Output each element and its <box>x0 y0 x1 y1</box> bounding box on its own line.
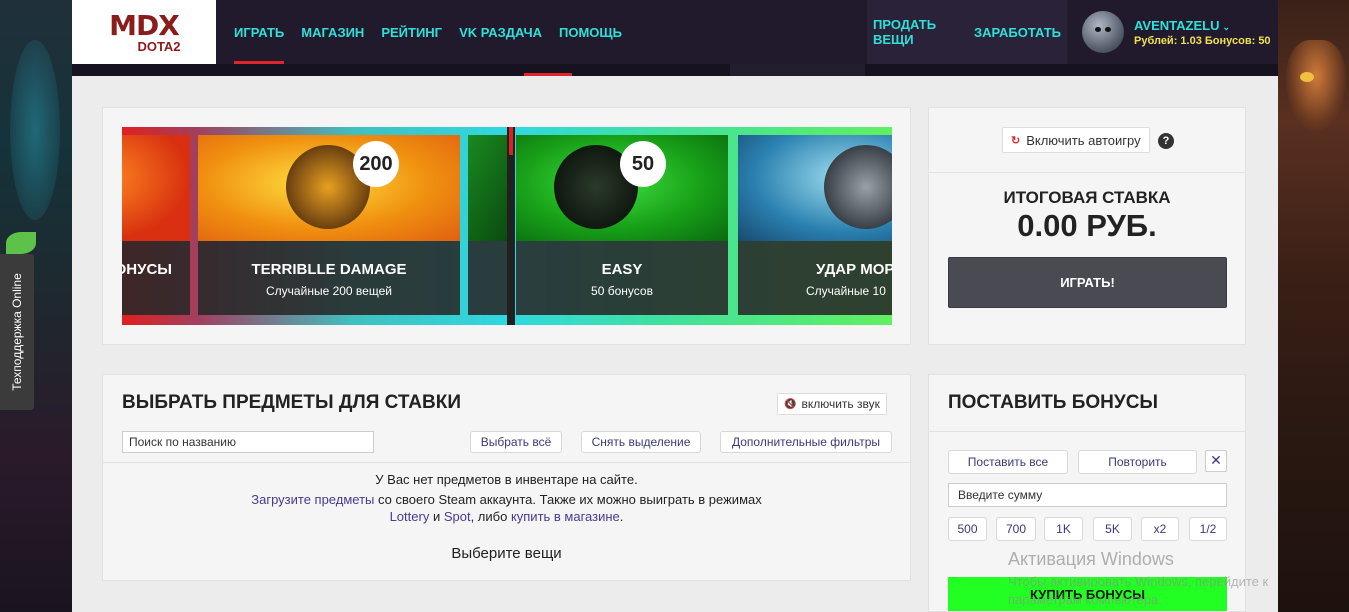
bonus-title: ПОСТАВИТЬ БОНУСЫ <box>948 392 1159 413</box>
amount-input[interactable]: Введите сумму <box>948 483 1227 507</box>
support-label: Техподдержка Online <box>10 273 24 391</box>
nav-rating[interactable]: РЕЙТИНГ <box>381 0 442 64</box>
logo-subtitle: DOTA2 <box>137 38 181 54</box>
more-filters-button[interactable]: Дополнительные фильтры <box>720 431 892 453</box>
play-button[interactable]: ИГРАТЬ! <box>948 257 1227 308</box>
support-tab[interactable]: Техподдержка Online <box>0 254 34 410</box>
nav-underbar <box>72 64 1278 76</box>
roulette-pointer <box>507 127 515 325</box>
items-panel: ВЫБРАТЬ ПРЕДМЕТЫ ДЛЯ СТАВКИ 🔇 включить з… <box>102 374 911 581</box>
help-icon[interactable]: ? <box>1158 133 1174 149</box>
autoplay-toggle[interactable]: ↻ Включить автоигру <box>1002 127 1150 153</box>
card-title: EASY <box>601 261 643 278</box>
roulette-card: УДАР МОРОЗА Случайные 10 <box>738 135 892 315</box>
user-balance: Рублей: 1.03 Бонусов: 50 <box>1134 34 1271 47</box>
select-all-button[interactable]: Выбрать всё <box>470 431 562 453</box>
items-title: ВЫБРАТЬ ПРЕДМЕТЫ ДЛЯ СТАВКИ <box>122 392 461 413</box>
windows-activation-line1: Чтобы активировать Windows, перейдите к <box>1008 574 1269 589</box>
card-desc: Случайные 200 вещей <box>266 284 392 298</box>
bet-summary-panel: ↻ Включить автоигру ? ИТОГОВАЯ СТАВКА 0.… <box>928 107 1246 345</box>
total-bet-value: 0.00 РУБ. <box>1017 208 1157 243</box>
card-desc: Случайные 10 <box>806 284 886 298</box>
quick-amount-1k[interactable]: 1K <box>1044 517 1083 541</box>
chevron-down-icon[interactable]: ⌄ <box>1222 22 1230 32</box>
spot-link[interactable]: Spot <box>444 509 471 524</box>
card-badge: 200 <box>353 141 399 187</box>
sound-toggle[interactable]: 🔇 включить звук <box>777 393 887 415</box>
main-nav: ИГРАТЬ МАГАЗИН РЕЙТИНГ VK РАЗДАЧА ПОМОЩЬ <box>234 0 622 64</box>
sound-label: включить звук <box>801 397 880 411</box>
load-items-link[interactable]: Загрузите предметы <box>251 492 374 507</box>
roulette-card: БОНУСЫ <box>122 135 190 315</box>
nav-sell-items[interactable]: ПРОДАТЬ ВЕЩИ <box>873 17 974 47</box>
roulette-panel: БОНУСЫ 200 TERRIBLLE DAMAGE Случайные 20… <box>102 107 911 345</box>
close-icon[interactable]: ✕ <box>1205 450 1227 472</box>
repeat-button[interactable]: Повторить <box>1078 450 1197 474</box>
background-right <box>1278 0 1349 612</box>
put-all-button[interactable]: Поставить все <box>948 450 1068 474</box>
card-title: УДАР МОРОЗА <box>816 261 892 278</box>
shop-link[interactable]: купить в магазине <box>511 509 620 524</box>
nav-shop[interactable]: МАГАЗИН <box>301 0 364 64</box>
quick-amount-5k[interactable]: 5K <box>1093 517 1132 541</box>
refresh-icon: ↻ <box>1011 134 1021 147</box>
empty-inventory-text: У Вас нет предметов в инвентаре на сайте… <box>375 472 638 487</box>
card-badge: 50 <box>620 141 666 187</box>
empty-inventory-hint: Загрузите предметы со своего Steam аккау… <box>251 492 762 507</box>
quick-amount-half[interactable]: 1/2 <box>1189 517 1227 541</box>
autoplay-label: Включить автоигру <box>1026 132 1141 148</box>
total-bet-label: ИТОГОВАЯ СТАВКА <box>1003 188 1171 207</box>
card-title: TERRIBLLE DAMAGE <box>251 261 407 278</box>
nav-play[interactable]: ИГРАТЬ <box>234 0 285 64</box>
username[interactable]: AVENTAZELU ⌄ <box>1134 18 1271 33</box>
choose-items-text: Выберите вещи <box>451 545 562 562</box>
search-input[interactable]: Поиск по названию <box>122 431 374 453</box>
user-info: AVENTAZELU ⌄ Рублей: 1.03 Бонусов: 50 <box>1134 18 1271 47</box>
card-desc: 50 бонусов <box>591 284 653 298</box>
roulette-card: 50 EASY 50 бонусов <box>516 135 728 315</box>
avatar[interactable] <box>1082 11 1124 53</box>
empty-inventory-modes: Lottery и Spot, либо купить в магазине. <box>389 509 624 524</box>
user-menu[interactable]: AVENTAZELU ⌄ Рублей: 1.03 Бонусов: 50 <box>1072 0 1278 64</box>
leaf-icon <box>6 232 36 254</box>
secondary-nav: ПРОДАТЬ ВЕЩИ ЗАРАБОТАТЬ <box>867 0 1067 64</box>
windows-activation-line2: параметрам компьютера. <box>1008 592 1162 607</box>
windows-activation-title: Активация Windows <box>1008 549 1174 569</box>
nav-vk-giveaway[interactable]: VK РАЗДАЧА <box>459 0 542 64</box>
nav-help[interactable]: ПОМОЩЬ <box>559 0 622 64</box>
deselect-button[interactable]: Снять выделение <box>581 431 701 453</box>
main-content: БОНУСЫ 200 TERRIBLLE DAMAGE Случайные 20… <box>72 76 1278 612</box>
nav-earn[interactable]: ЗАРАБОТАТЬ <box>974 25 1061 40</box>
mute-icon: 🔇 <box>784 398 797 410</box>
roulette-card <box>468 135 508 315</box>
site-logo[interactable]: MDX DOTA2 <box>72 0 216 64</box>
roulette-card: 200 TERRIBLLE DAMAGE Случайные 200 вещей <box>198 135 460 315</box>
lottery-link[interactable]: Lottery <box>390 509 430 524</box>
quick-amount-x2[interactable]: x2 <box>1141 517 1179 541</box>
card-title: БОНУСЫ <box>122 261 172 278</box>
quick-amount-700[interactable]: 700 <box>996 517 1036 541</box>
roulette-strip: БОНУСЫ 200 TERRIBLLE DAMAGE Случайные 20… <box>122 127 892 325</box>
logo-text: MDX <box>109 8 180 42</box>
quick-amount-500[interactable]: 500 <box>948 517 987 541</box>
